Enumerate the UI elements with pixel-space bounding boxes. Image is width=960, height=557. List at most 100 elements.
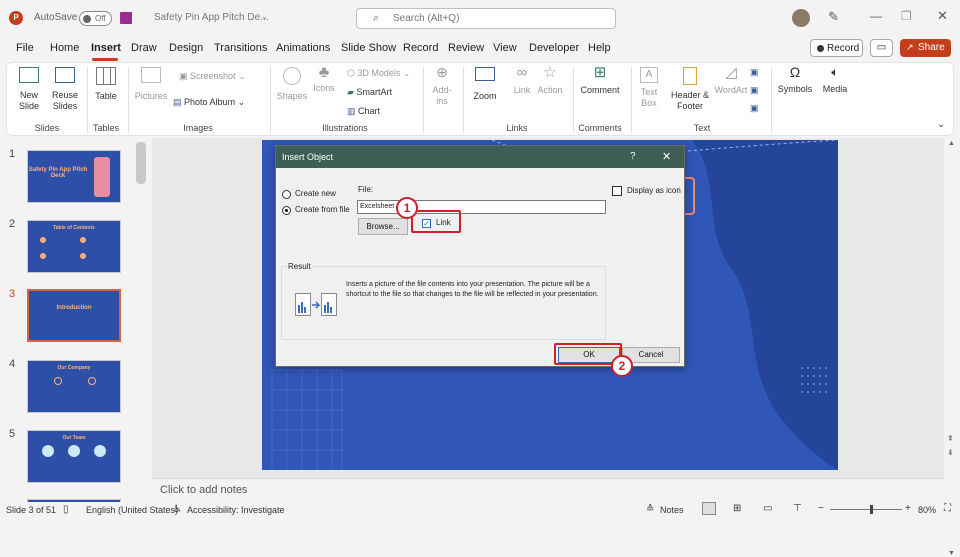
comments-button[interactable]: ▭ bbox=[870, 39, 893, 57]
tab-record[interactable]: Record bbox=[403, 42, 438, 54]
omega-icon: Ω bbox=[789, 64, 801, 80]
date-time-icon[interactable]: ▣ bbox=[750, 67, 759, 78]
tab-design[interactable]: Design bbox=[169, 42, 203, 54]
zoom-in-icon[interactable]: + bbox=[905, 503, 911, 514]
chart-button[interactable]: ▥ Chart bbox=[347, 106, 380, 117]
slideshow-icon[interactable]: ⊤ bbox=[793, 503, 802, 514]
vertical-scrollbar[interactable]: ▲ ▼ ⇞ ⇟ bbox=[944, 138, 960, 557]
file-path-input[interactable]: Excelsheet bbox=[357, 200, 606, 214]
zoom-slider-thumb[interactable] bbox=[870, 505, 873, 514]
accessibility-status[interactable]: Accessibility: Investigate bbox=[187, 505, 285, 515]
media-button[interactable]: 🔈︎ Media bbox=[819, 66, 851, 95]
chevron-down-icon[interactable]: ⌄ bbox=[261, 12, 268, 21]
tab-developer[interactable]: Developer bbox=[529, 42, 579, 54]
share-button[interactable]: ↗ Share bbox=[900, 39, 951, 57]
scroll-down-icon[interactable]: ▼ bbox=[948, 550, 955, 557]
screenshot-label: Screenshot bbox=[190, 71, 236, 81]
comment-button[interactable]: ⊞ Comment bbox=[577, 65, 623, 96]
record-dot-icon bbox=[817, 45, 824, 52]
addins-label: Add-ins bbox=[432, 85, 452, 106]
new-slide-button[interactable]: New Slide bbox=[13, 67, 45, 112]
language-status[interactable]: English (United States) bbox=[86, 505, 178, 515]
notes-icon[interactable]: ≙ bbox=[646, 504, 654, 515]
slide-number-icon[interactable]: ▣ bbox=[750, 85, 759, 96]
ribbon-collapse-icon[interactable]: ⌄ bbox=[937, 119, 945, 130]
notes-button[interactable]: Notes bbox=[660, 505, 684, 515]
smartart-button[interactable]: ▰ SmartArt bbox=[347, 87, 392, 98]
zoom-out-icon[interactable]: − bbox=[818, 503, 824, 514]
close-icon[interactable]: ✕ bbox=[937, 8, 948, 24]
search-placeholder: Search (Alt+Q) bbox=[393, 13, 460, 24]
record-button[interactable]: Record bbox=[810, 39, 863, 57]
link-button[interactable]: ∞ Link bbox=[507, 65, 537, 96]
spellcheck-icon[interactable]: ▯ bbox=[63, 504, 69, 515]
screenshot-button[interactable]: ▣ Screenshot ⌄ bbox=[179, 71, 246, 82]
dialog-close-icon[interactable]: ✕ bbox=[662, 150, 671, 163]
group-illustrations-label: Illustrations bbox=[322, 123, 368, 133]
screenshot-icon: ▣ bbox=[179, 71, 188, 81]
slide-thumbnail[interactable]: Safety Pin App Pitch Deck bbox=[27, 150, 121, 203]
object-icon[interactable]: ▣ bbox=[750, 103, 759, 114]
tab-insert[interactable]: Insert bbox=[91, 42, 121, 54]
display-as-icon-checkbox[interactable] bbox=[612, 186, 622, 196]
header-footer-button[interactable]: Header & Footer bbox=[667, 67, 713, 112]
tab-review[interactable]: Review bbox=[448, 42, 484, 54]
search-box[interactable]: ⌕ Search (Alt+Q) bbox=[356, 8, 616, 29]
slide-thumbnail-title: Introduction bbox=[56, 305, 92, 311]
3d-models-label: 3D Models bbox=[357, 68, 401, 78]
symbols-label: Symbols bbox=[777, 84, 813, 94]
thumbnail-scrollbar[interactable] bbox=[136, 142, 146, 184]
file-name[interactable]: Safety Pin App Pitch De... bbox=[154, 12, 269, 23]
tab-home[interactable]: Home bbox=[50, 42, 79, 54]
create-from-file-radio[interactable] bbox=[282, 206, 291, 215]
text-box-button[interactable]: A Text Box bbox=[635, 67, 663, 109]
pictures-icon bbox=[141, 67, 161, 83]
next-slide-icon[interactable]: ⇟ bbox=[947, 448, 954, 457]
photo-album-button[interactable]: ▤ Photo Album ⌄ bbox=[173, 97, 245, 108]
addins-button[interactable]: ⊕ Add-ins bbox=[427, 65, 457, 107]
thumbnail-pane: 1 Safety Pin App Pitch Deck 2 Table of C… bbox=[0, 138, 150, 504]
reading-view-icon[interactable]: ▭ bbox=[763, 503, 772, 514]
create-new-radio[interactable] bbox=[282, 190, 291, 199]
3d-models-button[interactable]: ⬡ 3D Models ⌄ bbox=[347, 68, 410, 79]
minimize-icon[interactable]: — bbox=[870, 9, 882, 23]
table-button[interactable]: Table bbox=[91, 67, 121, 102]
restore-icon[interactable]: ❐ bbox=[901, 9, 912, 23]
tab-help[interactable]: Help bbox=[588, 42, 611, 54]
wordart-button[interactable]: ◿ WordArt bbox=[713, 65, 749, 96]
help-icon[interactable]: ? bbox=[630, 151, 636, 162]
icons-button[interactable]: ♣ Icons bbox=[309, 65, 339, 94]
prev-slide-icon[interactable]: ⇞ bbox=[947, 434, 954, 443]
fit-slide-icon[interactable]: ⛶ bbox=[944, 503, 951, 514]
tab-file[interactable]: File bbox=[16, 42, 34, 54]
avatar[interactable] bbox=[792, 9, 810, 27]
normal-view-icon[interactable] bbox=[702, 502, 716, 515]
slide-thumbnail[interactable]: Our Company bbox=[27, 360, 121, 413]
tab-transitions[interactable]: Transitions bbox=[214, 42, 267, 54]
tab-animations[interactable]: Animations bbox=[276, 42, 330, 54]
pictures-button[interactable]: Pictures bbox=[133, 67, 169, 102]
shapes-button[interactable]: Shapes bbox=[275, 67, 309, 102]
accessibility-icon[interactable]: ♿︎ bbox=[173, 504, 182, 515]
zoom-slider[interactable] bbox=[830, 505, 902, 514]
zoom-button[interactable]: Zoom bbox=[469, 67, 501, 102]
browse-button[interactable]: Browse... bbox=[358, 218, 408, 235]
slide-thumbnail-selected[interactable]: Introduction bbox=[27, 289, 121, 342]
slide-sorter-icon[interactable]: ⊞ bbox=[733, 503, 741, 514]
table-label: Table bbox=[95, 91, 117, 101]
reuse-slides-button[interactable]: Reuse Slides bbox=[49, 67, 81, 112]
slide-thumbnail-title: Safety Pin App Pitch Deck bbox=[28, 167, 88, 179]
autosave-toggle[interactable]: Off bbox=[79, 11, 112, 26]
slide-thumbnail[interactable]: Table of Contents bbox=[27, 220, 121, 273]
save-icon[interactable] bbox=[120, 12, 132, 24]
notes-pane[interactable]: Click to add notes bbox=[152, 478, 944, 502]
slide-thumbnail[interactable]: Our Team bbox=[27, 430, 121, 483]
tab-draw[interactable]: Draw bbox=[131, 42, 157, 54]
tab-slide-show[interactable]: Slide Show bbox=[341, 42, 396, 54]
tab-view[interactable]: View bbox=[493, 42, 517, 54]
action-button[interactable]: ☆ Action bbox=[535, 65, 565, 96]
scroll-up-icon[interactable]: ▲ bbox=[948, 140, 955, 147]
pen-icon[interactable]: ✎ bbox=[828, 9, 839, 25]
zoom-level[interactable]: 80% bbox=[918, 505, 936, 515]
symbols-button[interactable]: Ω Symbols bbox=[775, 64, 815, 95]
